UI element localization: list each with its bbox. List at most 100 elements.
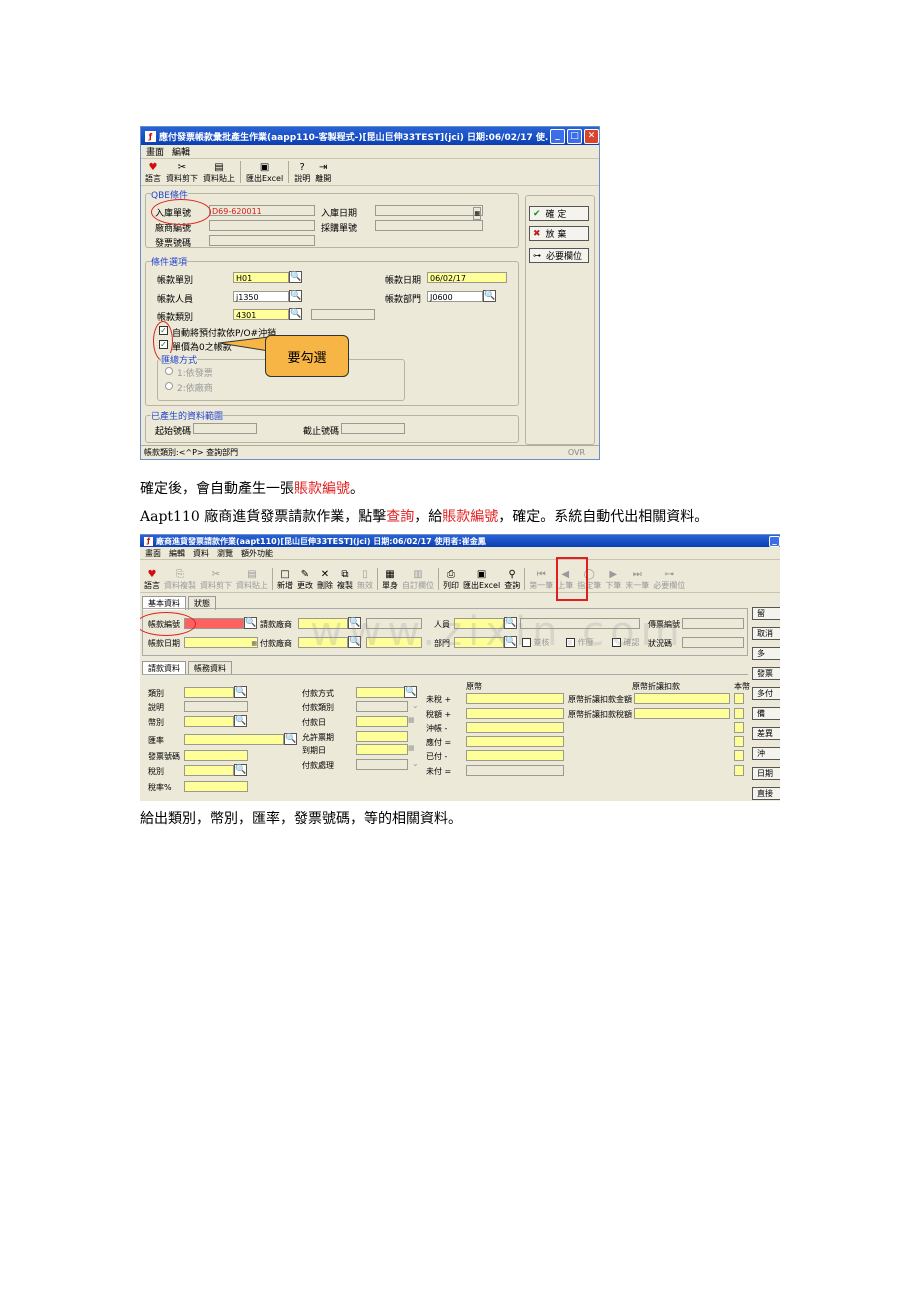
tool-first-button[interactable]: ⏮ 第一筆: [529, 569, 553, 590]
tool-help-button[interactable]: ? 說明: [294, 162, 310, 183]
tool-binoculars-button[interactable]: ⚲ 查詢: [504, 569, 520, 590]
tool-delete-button[interactable]: ✕ 刪除: [317, 569, 333, 590]
chevron-down-icon[interactable]: ⌄: [412, 759, 419, 768]
tool-custom-button[interactable]: ▥ 自訂欄位: [402, 569, 434, 590]
tool-print-button[interactable]: ⎙ 列印: [443, 569, 459, 590]
side-button[interactable]: 差異: [752, 727, 780, 740]
watermark: www.zixin.com: [310, 609, 686, 655]
chevron-down-icon[interactable]: ⌄: [412, 701, 419, 710]
menu-item[interactable]: 編輯: [169, 548, 185, 559]
invoice-field[interactable]: [209, 235, 315, 246]
maximize-button[interactable]: □: [567, 128, 582, 144]
po-field[interactable]: [375, 220, 483, 231]
ap-type-field[interactable]: H01: [233, 272, 289, 283]
tab-account-data[interactable]: 帳務資料: [188, 661, 232, 675]
tool-key-button[interactable]: ⊶ 必要欄位: [653, 569, 685, 590]
mid-field-input[interactable]: [356, 701, 408, 712]
tool-copy-button[interactable]: ⎘ 資料複製: [164, 569, 196, 590]
receipt-date-field[interactable]: ▦: [375, 205, 483, 220]
tool-paste-button[interactable]: ▤ 資料貼上: [236, 569, 268, 590]
side-button[interactable]: 發票: [752, 667, 780, 680]
mid-field-input[interactable]: [356, 744, 408, 755]
tool-heart-button[interactable]: ♥ 語言: [144, 569, 160, 590]
ok-button[interactable]: ✔ 確 定: [529, 206, 589, 221]
search-icon[interactable]: 🔍: [234, 686, 247, 698]
menu-item[interactable]: 資料: [193, 548, 209, 559]
tool-heart-button[interactable]: ♥ 語言: [145, 162, 161, 183]
menu-edit[interactable]: 編輯: [172, 145, 190, 158]
search-icon[interactable]: 🔍: [289, 290, 302, 302]
tool-edit-button[interactable]: ✎ 更改: [297, 569, 313, 590]
left-field-input[interactable]: [184, 781, 248, 792]
search-icon[interactable]: 🔍: [234, 764, 247, 776]
mid-field-input[interactable]: [356, 759, 408, 770]
left-field-input[interactable]: [184, 734, 284, 745]
left-field-input[interactable]: [184, 765, 234, 776]
search-icon[interactable]: 🔍: [234, 715, 247, 727]
mid-field-input[interactable]: [356, 687, 408, 698]
tool-next-button[interactable]: ▶ 下筆: [605, 569, 621, 590]
side-button[interactable]: 留: [752, 607, 780, 620]
tab-request-data[interactable]: 請款資料: [142, 661, 186, 675]
local-amount-field: [734, 750, 744, 761]
radio-by-invoice[interactable]: [165, 367, 173, 375]
side-button[interactable]: 多付: [752, 687, 780, 700]
search-icon[interactable]: 🔍: [244, 617, 257, 629]
search-icon[interactable]: 🔍: [483, 290, 496, 302]
calendar-icon[interactable]: ▦: [473, 207, 481, 220]
tool-paste-button[interactable]: ▤ 資料貼上: [203, 162, 235, 183]
status-code-field[interactable]: [682, 637, 744, 648]
left-field-input[interactable]: [184, 716, 234, 727]
ap-date-field[interactable]: ▦: [184, 637, 258, 648]
minimize-button[interactable]: _: [550, 128, 565, 144]
mid-field-input[interactable]: [356, 716, 408, 727]
search-icon[interactable]: 🔍: [289, 308, 302, 320]
tool-scissors-button[interactable]: ✂ 資料剪下: [200, 569, 232, 590]
close-button[interactable]: ✕: [584, 128, 599, 144]
side-button[interactable]: 沖: [752, 747, 780, 760]
calendar-icon[interactable]: ▦: [408, 716, 415, 724]
menu-item[interactable]: 畫面: [145, 548, 161, 559]
tool-void-button[interactable]: ▯ 無效: [357, 569, 373, 590]
search-icon[interactable]: 🔍: [284, 733, 297, 745]
tool-excel-button[interactable]: ▣ 匯出Excel: [463, 569, 500, 590]
options-title: 條件選項: [151, 255, 188, 268]
ap-person-field[interactable]: j1350: [233, 291, 289, 302]
duplicate-label: 複製: [337, 581, 353, 590]
side-button[interactable]: 取消: [752, 627, 780, 640]
radio-by-vendor[interactable]: [165, 382, 173, 390]
minimize-button[interactable]: _: [769, 535, 780, 547]
toolbar: ♥ 語言 ✂ 資料剪下 ▤ 資料貼上 ▣ 匯出Excel ? 說明 ⇥ 離開: [141, 159, 599, 186]
side-button[interactable]: 多: [752, 647, 780, 660]
tool-duplicate-button[interactable]: ⧉ 複製: [337, 569, 353, 590]
menu-item[interactable]: 瀏覽: [217, 548, 233, 559]
tool-header-button[interactable]: ▦ 單身: [382, 569, 398, 590]
tool-excel-button[interactable]: ▣ 匯出Excel: [246, 162, 283, 183]
cancel-button[interactable]: ✖ 放 棄: [529, 226, 589, 241]
ap-class-field[interactable]: 4301: [233, 309, 289, 320]
side-button[interactable]: 日期: [752, 767, 780, 780]
menu-item[interactable]: 額外功能: [241, 548, 273, 559]
required-fields-button[interactable]: ⊶ 必要欄位: [529, 248, 589, 263]
mid-field-input[interactable]: [356, 731, 408, 742]
left-field-input[interactable]: [184, 687, 234, 698]
heart-label: 語言: [145, 174, 161, 183]
tool-last-button[interactable]: ⏭ 末一筆: [625, 569, 649, 590]
vendor-field[interactable]: [209, 220, 315, 231]
left-field-input[interactable]: [184, 701, 248, 712]
next-icon: ▶: [609, 569, 618, 580]
side-button[interactable]: 備: [752, 707, 780, 720]
ap-date-field[interactable]: 06/02/17: [427, 272, 507, 283]
ap-dept-field[interactable]: J0600: [427, 291, 483, 302]
side-button[interactable]: 直接: [752, 787, 780, 800]
calendar-icon[interactable]: ▦: [251, 638, 257, 649]
search-icon[interactable]: 🔍: [404, 686, 417, 698]
left-field-input[interactable]: [184, 750, 248, 761]
calendar-icon[interactable]: ▦: [408, 744, 415, 752]
receipt-no-field[interactable]: D69-620011: [209, 205, 315, 216]
tool-exit-button[interactable]: ⇥ 離開: [315, 162, 331, 183]
search-icon[interactable]: 🔍: [289, 271, 302, 283]
tool-new-button[interactable]: □ 新增: [277, 569, 293, 590]
tool-scissors-button[interactable]: ✂ 資料剪下: [166, 162, 198, 183]
menu-screen[interactable]: 畫面: [146, 145, 164, 158]
